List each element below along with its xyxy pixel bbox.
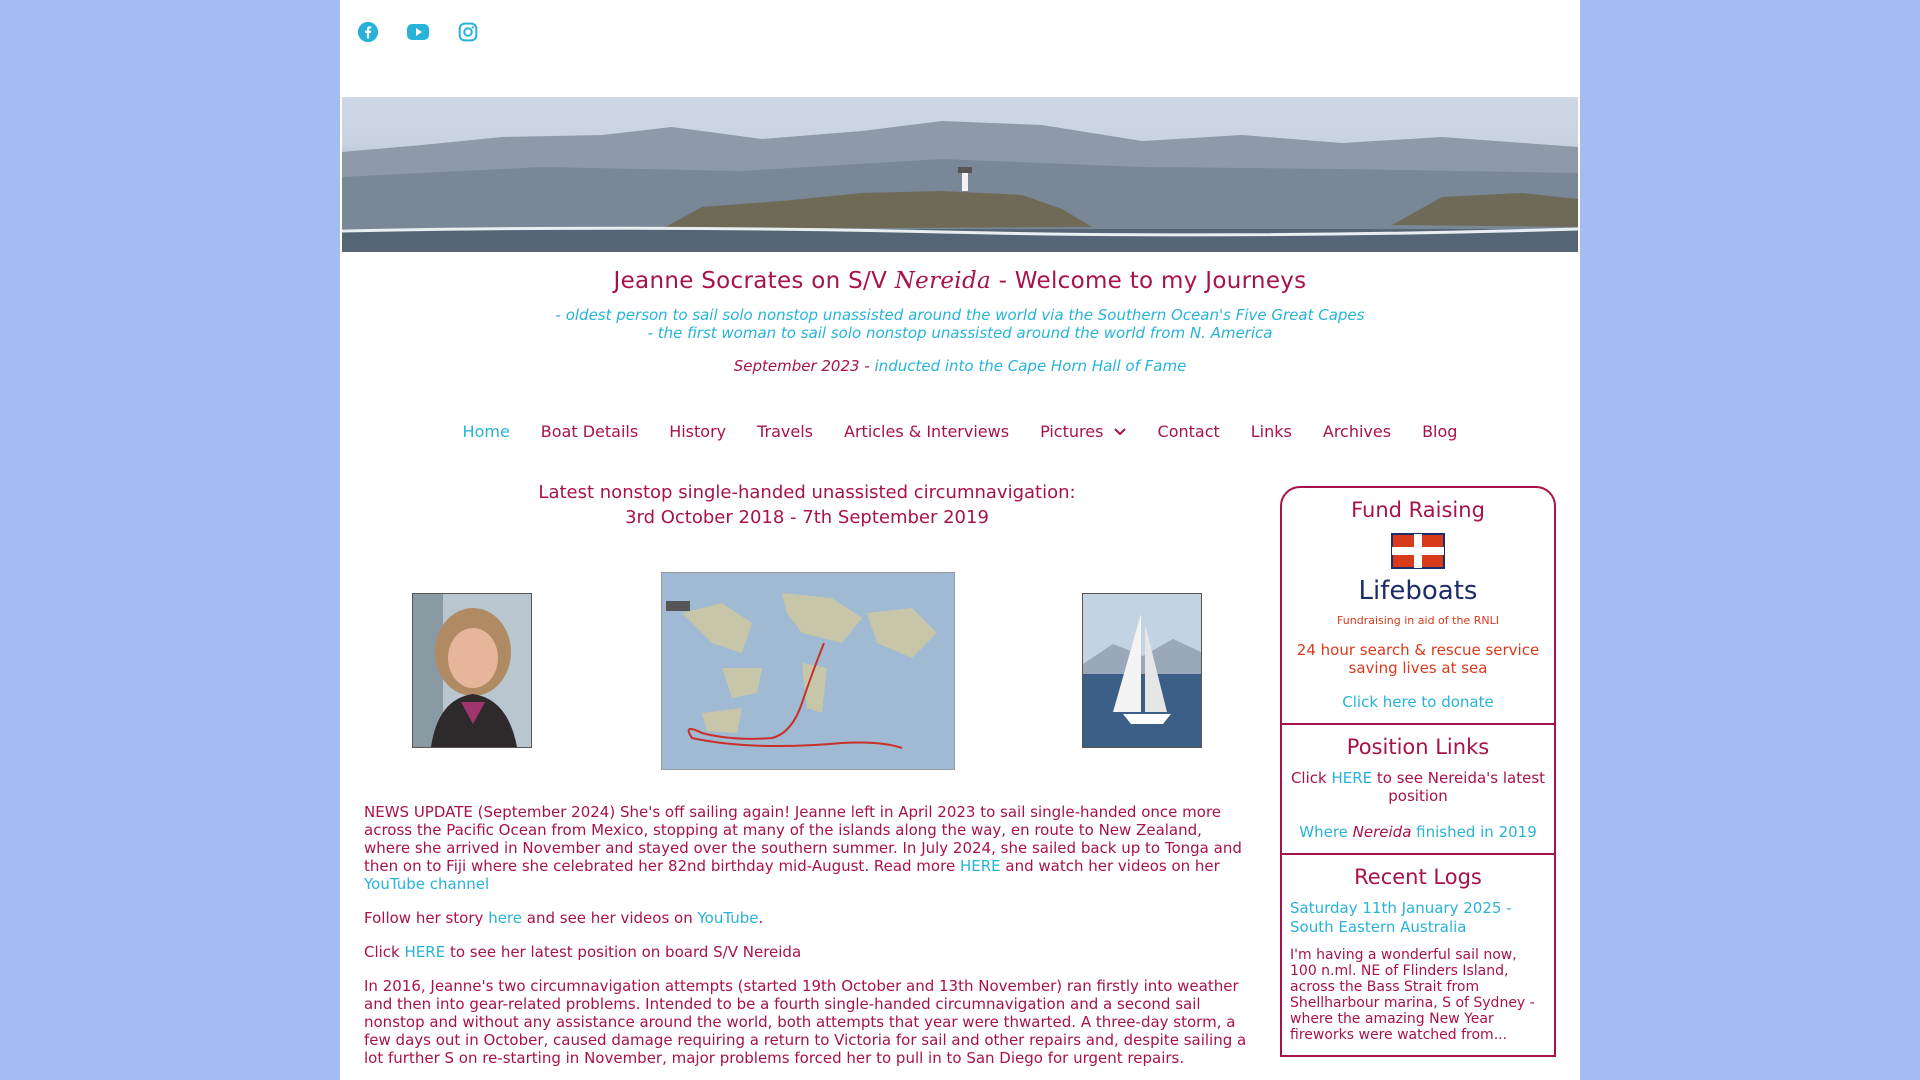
nav-pictures[interactable]: Pictures (1040, 422, 1126, 441)
follow-here-link[interactable]: here (488, 909, 522, 927)
where-text-2: finished in 2019 (1411, 823, 1537, 841)
title-boat-name: Nereida (894, 268, 991, 294)
chevron-down-icon (1113, 428, 1126, 436)
latest-voyage-dates: 3rd October 2018 - 7th September 2019 (625, 507, 989, 528)
where-boat-name: Nereida (1352, 823, 1412, 841)
follow-paragraph: Follow her story here and see her videos… (364, 909, 1250, 927)
position-here-link[interactable]: HERE (405, 943, 446, 961)
youtube-link[interactable]: YouTube (697, 909, 758, 927)
position-links-text: Click HERE to see Nereida's latest posit… (1288, 769, 1548, 805)
news-text-2: and watch her videos on her (1000, 857, 1220, 875)
log-entry-title[interactable]: Saturday 11th January 2025 - South Easte… (1290, 899, 1546, 937)
log-entry-text: I'm having a wonderful sail now, 100 n.m… (1290, 947, 1535, 1043)
where-text: Where (1299, 823, 1353, 841)
page-title: Jeanne Socrates on S/V Nereida - Welcome… (340, 268, 1580, 294)
nav-home[interactable]: Home (463, 422, 510, 441)
sidebar: Fund Raising Lifeboats Fundraising in ai… (1280, 486, 1556, 1057)
rnli-flag-icon (1391, 533, 1445, 569)
pos-rest-text: to see Nereida's latest position (1372, 769, 1546, 805)
nav-history[interactable]: History (669, 422, 726, 441)
page-container: Jeanne Socrates on S/V Nereida - Welcome… (340, 0, 1580, 1080)
recent-logs-heading: Recent Logs (1354, 865, 1482, 889)
circumnavigation-map[interactable] (661, 572, 955, 770)
fund-raising-heading: Fund Raising (1351, 498, 1485, 522)
nav-articles-interviews[interactable]: Articles & Interviews (844, 422, 1009, 441)
donate-link[interactable]: Click here to donate (1288, 693, 1548, 711)
title-suffix: - Welcome to my Journeys (990, 268, 1307, 294)
click-text: Click (364, 943, 405, 961)
news-paragraph: NEWS UPDATE (September 2024) She's off s… (364, 803, 1250, 893)
nav-boat-details[interactable]: Boat Details (541, 422, 638, 441)
hall-of-fame-line: September 2023 - inducted into the Cape … (340, 357, 1580, 375)
social-links (354, 18, 482, 46)
follow-text-3: . (758, 909, 764, 927)
where-nereida-finished-link[interactable]: Where Nereida finished in 2019 (1288, 823, 1548, 841)
position-links-heading: Position Links (1346, 735, 1490, 759)
click-text-2: to see her latest position on board S/V … (445, 943, 802, 961)
title-prefix: Jeanne Socrates on S/V (613, 268, 895, 294)
instagram-icon[interactable] (454, 18, 482, 46)
nav-archives[interactable]: Archives (1323, 422, 1391, 441)
hof-link[interactable]: inducted into the Cape Horn Hall of Fame (875, 357, 1187, 375)
main-content: Latest nonstop single-handed unassisted … (364, 480, 1250, 530)
position-links-section: Position Links Click HERE to see Nereida… (1282, 725, 1554, 855)
tagline-first-woman: - the first woman to sail solo nonstop u… (647, 324, 1273, 342)
header-banner-image (342, 97, 1578, 252)
hof-date: September 2023 - (733, 357, 875, 375)
youtube-icon[interactable] (404, 18, 432, 46)
main-navigation: Home Boat Details History Travels Articl… (340, 422, 1580, 441)
nav-travels[interactable]: Travels (757, 422, 813, 441)
nav-links[interactable]: Links (1251, 422, 1292, 441)
position-paragraph: Click HERE to see her latest position on… (364, 943, 1250, 961)
nav-contact[interactable]: Contact (1158, 422, 1220, 441)
news-section: NEWS UPDATE (September 2024) She's off s… (364, 803, 1250, 1080)
pos-click-text: Click (1290, 769, 1332, 787)
rnli-logo[interactable]: Lifeboats Fundraising in aid of the RNLI (1288, 532, 1548, 627)
recent-logs-section: Recent Logs Saturday 11th January 2025 -… (1282, 855, 1554, 1055)
pos-here-link[interactable]: HERE (1331, 769, 1372, 787)
follow-text: Follow her story (364, 909, 489, 927)
history-paragraph: In 2016, Jeanne's two circumnavigation a… (364, 977, 1247, 1067)
youtube-channel-link[interactable]: YouTube channel (364, 875, 489, 893)
nav-blog[interactable]: Blog (1422, 422, 1457, 441)
sailboat-photo[interactable] (1082, 593, 1202, 748)
follow-text-2: and see her videos on (522, 909, 698, 927)
tagline-oldest: - oldest person to sail solo nonstop una… (555, 306, 1365, 324)
rnli-wordmark: Lifeboats (1358, 576, 1478, 606)
news-here-link[interactable]: HERE (960, 857, 1001, 875)
rnli-subtitle: Fundraising in aid of the RNLI (1337, 614, 1499, 627)
jeanne-portrait-photo[interactable] (412, 593, 532, 748)
facebook-icon[interactable] (354, 18, 382, 46)
latest-voyage-line-1: Latest nonstop single-handed unassisted … (538, 482, 1076, 503)
nav-pictures-label: Pictures (1040, 422, 1104, 441)
latest-voyage-heading: Latest nonstop single-handed unassisted … (364, 480, 1250, 530)
fund-raising-section: Fund Raising Lifeboats Fundraising in ai… (1282, 488, 1554, 725)
rescue-service-text: 24 hour search & rescue service saving l… (1296, 641, 1540, 677)
